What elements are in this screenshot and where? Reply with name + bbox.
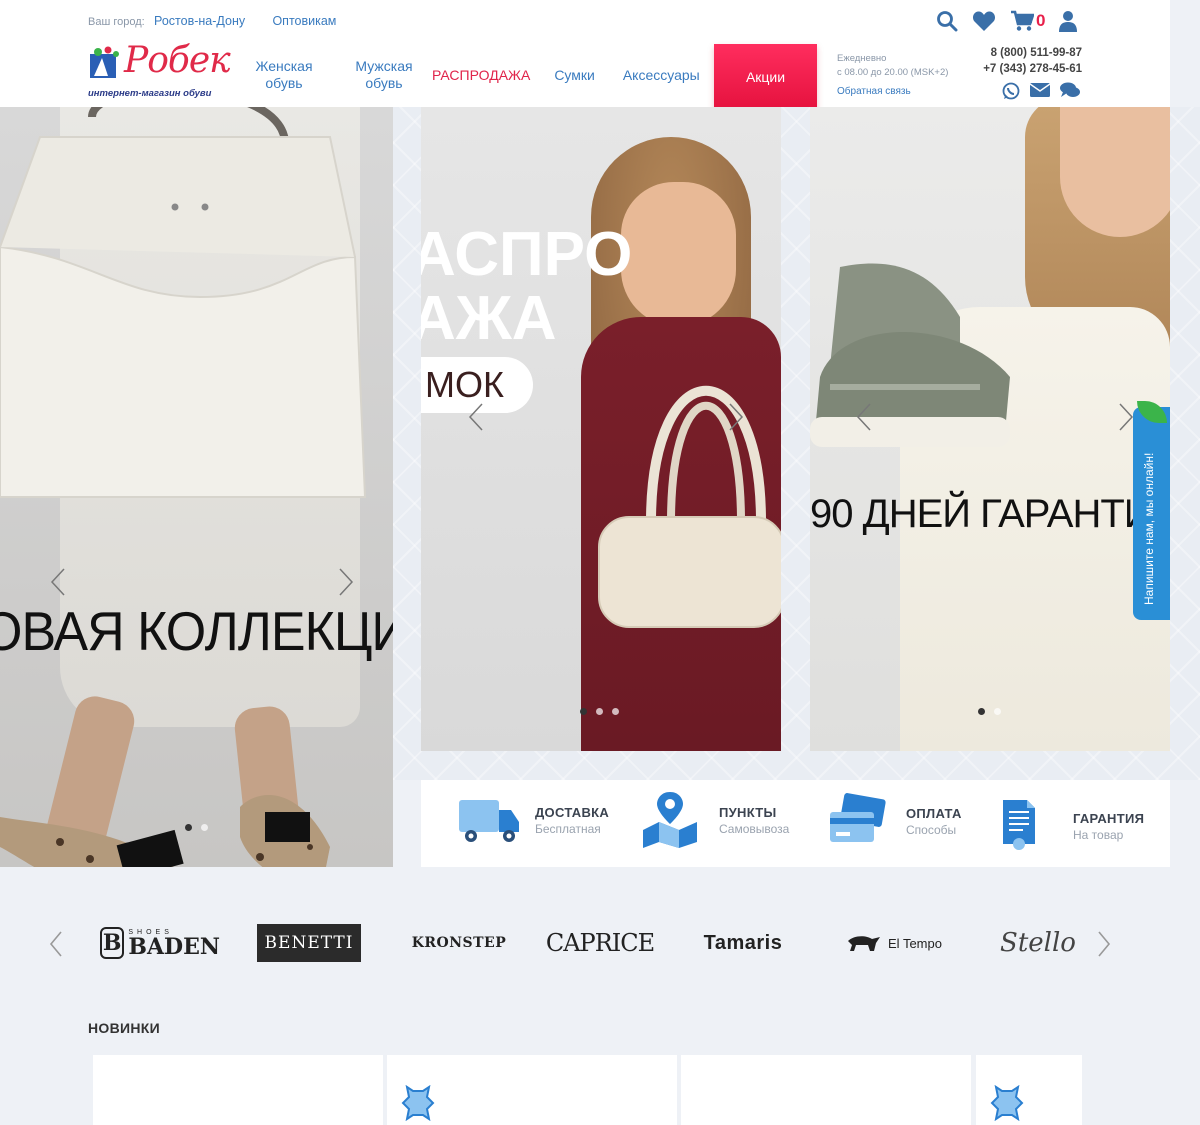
features-bar: ДОСТАВКА Бесплатная ПУНКТЫ Самовывоза ОП… xyxy=(421,780,1170,867)
feedback-link[interactable]: Обратная связь xyxy=(837,85,948,99)
brand-benetti[interactable]: BENETTI xyxy=(252,910,366,976)
white-handbag xyxy=(0,107,367,498)
header-actions: 0 xyxy=(936,10,1078,32)
leather-icon xyxy=(990,1085,1024,1121)
chevron-left-icon[interactable] xyxy=(466,402,486,432)
cart-icon xyxy=(1011,10,1034,31)
leather-icon xyxy=(401,1085,435,1121)
heart-icon[interactable] xyxy=(972,10,996,32)
slide-dot[interactable] xyxy=(201,824,208,831)
phone-numbers: 8 (800) 511-99-87 +7 (343) 278-45-61 xyxy=(960,45,1082,77)
map-pin-icon xyxy=(643,792,697,848)
search-icon[interactable] xyxy=(936,10,958,32)
logo-wordmark: Робек xyxy=(124,40,231,81)
brand-stello[interactable]: Stello xyxy=(993,910,1083,976)
hero-slide-sale[interactable]: АСПРО АЖА МОК xyxy=(421,107,781,751)
slide-dots xyxy=(978,708,1001,715)
product-card[interactable] xyxy=(93,1055,383,1125)
main-nav: Женская обувь Мужская обувь РАСПРОДАЖА С… xyxy=(246,44,708,106)
model-face xyxy=(621,182,736,327)
certificate-icon xyxy=(1003,800,1035,850)
feature-pickup[interactable]: ПУНКТЫ Самовывоза xyxy=(639,790,789,850)
chat-tab-label: Напишите нам, мы онлайн! xyxy=(1142,452,1156,605)
slide-dots xyxy=(580,708,619,715)
baden-logo-icon: B xyxy=(100,927,125,959)
bull-icon xyxy=(848,936,881,951)
chevron-left-icon[interactable] xyxy=(48,567,68,597)
product-card[interactable] xyxy=(681,1055,971,1125)
slide-heading: АСПРО xyxy=(421,220,633,289)
nav-womens-shoes[interactable]: Женская обувь xyxy=(246,58,322,92)
product-card[interactable] xyxy=(976,1055,1082,1125)
city-selector[interactable]: Ростов-на-Дону xyxy=(154,14,245,28)
product-card[interactable] xyxy=(387,1055,677,1125)
chevron-right-icon[interactable] xyxy=(726,402,746,432)
feature-delivery[interactable]: ДОСТАВКА Бесплатная xyxy=(457,794,609,846)
wholesale-link[interactable]: Оптовикам xyxy=(272,14,336,28)
brand-baden[interactable]: B SHOES BADEN xyxy=(100,910,220,976)
slide-dot[interactable] xyxy=(612,708,619,715)
site-logo[interactable]: Робек интернет-магазин обуви xyxy=(88,40,233,102)
slide-heading: 90 ДНЕЙ ГАРАНТИ xyxy=(810,492,1153,536)
slide-dot[interactable] xyxy=(994,708,1001,715)
slide-dot[interactable] xyxy=(596,708,603,715)
logo-mark-icon xyxy=(90,46,119,78)
slide-heading: ОВАЯ КОЛЛЕКЦИ xyxy=(0,601,393,663)
brand-tamaris[interactable]: Tamaris xyxy=(684,910,802,976)
cart-button[interactable]: 0 xyxy=(1010,10,1045,32)
brand-kronstep[interactable]: KRONSTEP xyxy=(403,910,515,976)
working-hours: Ежедневно с 08.00 до 20.00 (MSK+2) Обрат… xyxy=(837,53,949,99)
cart-count: 0 xyxy=(1036,11,1046,30)
hero-slide-guarantee[interactable]: 90 ДНЕЙ ГАРАНТИ xyxy=(810,107,1170,751)
slide-dot[interactable] xyxy=(185,824,192,831)
model-face xyxy=(1060,107,1170,237)
slide-dots xyxy=(185,824,208,831)
city-label: Ваш город: xyxy=(88,16,145,28)
chat-icon[interactable] xyxy=(1060,82,1080,105)
chevron-left-icon[interactable] xyxy=(48,930,64,958)
chevron-right-icon[interactable] xyxy=(336,567,356,597)
site-header: Ваш город: Ростов-на-Дону Оптовикам 0 Ро… xyxy=(0,0,1170,110)
feature-payment[interactable]: ОПЛАТА Способы xyxy=(828,792,962,850)
user-icon[interactable] xyxy=(1059,10,1078,32)
whatsapp-icon[interactable] xyxy=(1002,82,1020,105)
slide-dot[interactable] xyxy=(580,708,587,715)
phone-2[interactable]: +7 (343) 278-45-61 xyxy=(960,61,1082,77)
cream-handbag xyxy=(598,385,781,628)
hero-slide-new-collection[interactable]: ОВАЯ КОЛЛЕКЦИ xyxy=(0,107,393,867)
logo-tagline: интернет-магазин обуви xyxy=(88,88,212,99)
chevron-right-icon[interactable] xyxy=(1096,930,1112,958)
slide-heading-line2: АЖА xyxy=(421,284,557,353)
contact-icons xyxy=(1002,82,1080,105)
credit-card-icon xyxy=(830,793,886,842)
nav-mens-shoes[interactable]: Мужская обувь xyxy=(338,58,430,92)
online-chat-tab[interactable]: Напишите нам, мы онлайн! xyxy=(1133,401,1170,620)
nav-accessories[interactable]: Аксессуары xyxy=(615,67,708,84)
brand-el-tempo[interactable]: El Tempo xyxy=(838,910,950,976)
brands-carousel: B SHOES BADEN BENETTI KRONSTEP CAPRICE T… xyxy=(48,910,1118,976)
nav-bags[interactable]: Сумки xyxy=(546,67,603,84)
nav-sale[interactable]: РАСПРОДАЖА xyxy=(424,67,538,84)
promo-button[interactable]: Акции xyxy=(714,44,817,110)
truck-icon xyxy=(459,800,519,842)
brand-caprice[interactable]: CAPRICE xyxy=(546,910,655,976)
email-icon[interactable] xyxy=(1029,82,1051,105)
phone-1[interactable]: 8 (800) 511-99-87 xyxy=(960,45,1082,61)
feature-guarantee[interactable]: ГАРАНТИЯ На товар xyxy=(1001,798,1144,854)
sneakers xyxy=(810,263,1010,447)
section-title-new: НОВИНКИ xyxy=(88,1020,160,1036)
city-bar: Ваш город: Ростов-на-Дону Оптовикам xyxy=(88,14,336,28)
chevron-left-icon[interactable] xyxy=(854,402,874,432)
slide-dot[interactable] xyxy=(978,708,985,715)
